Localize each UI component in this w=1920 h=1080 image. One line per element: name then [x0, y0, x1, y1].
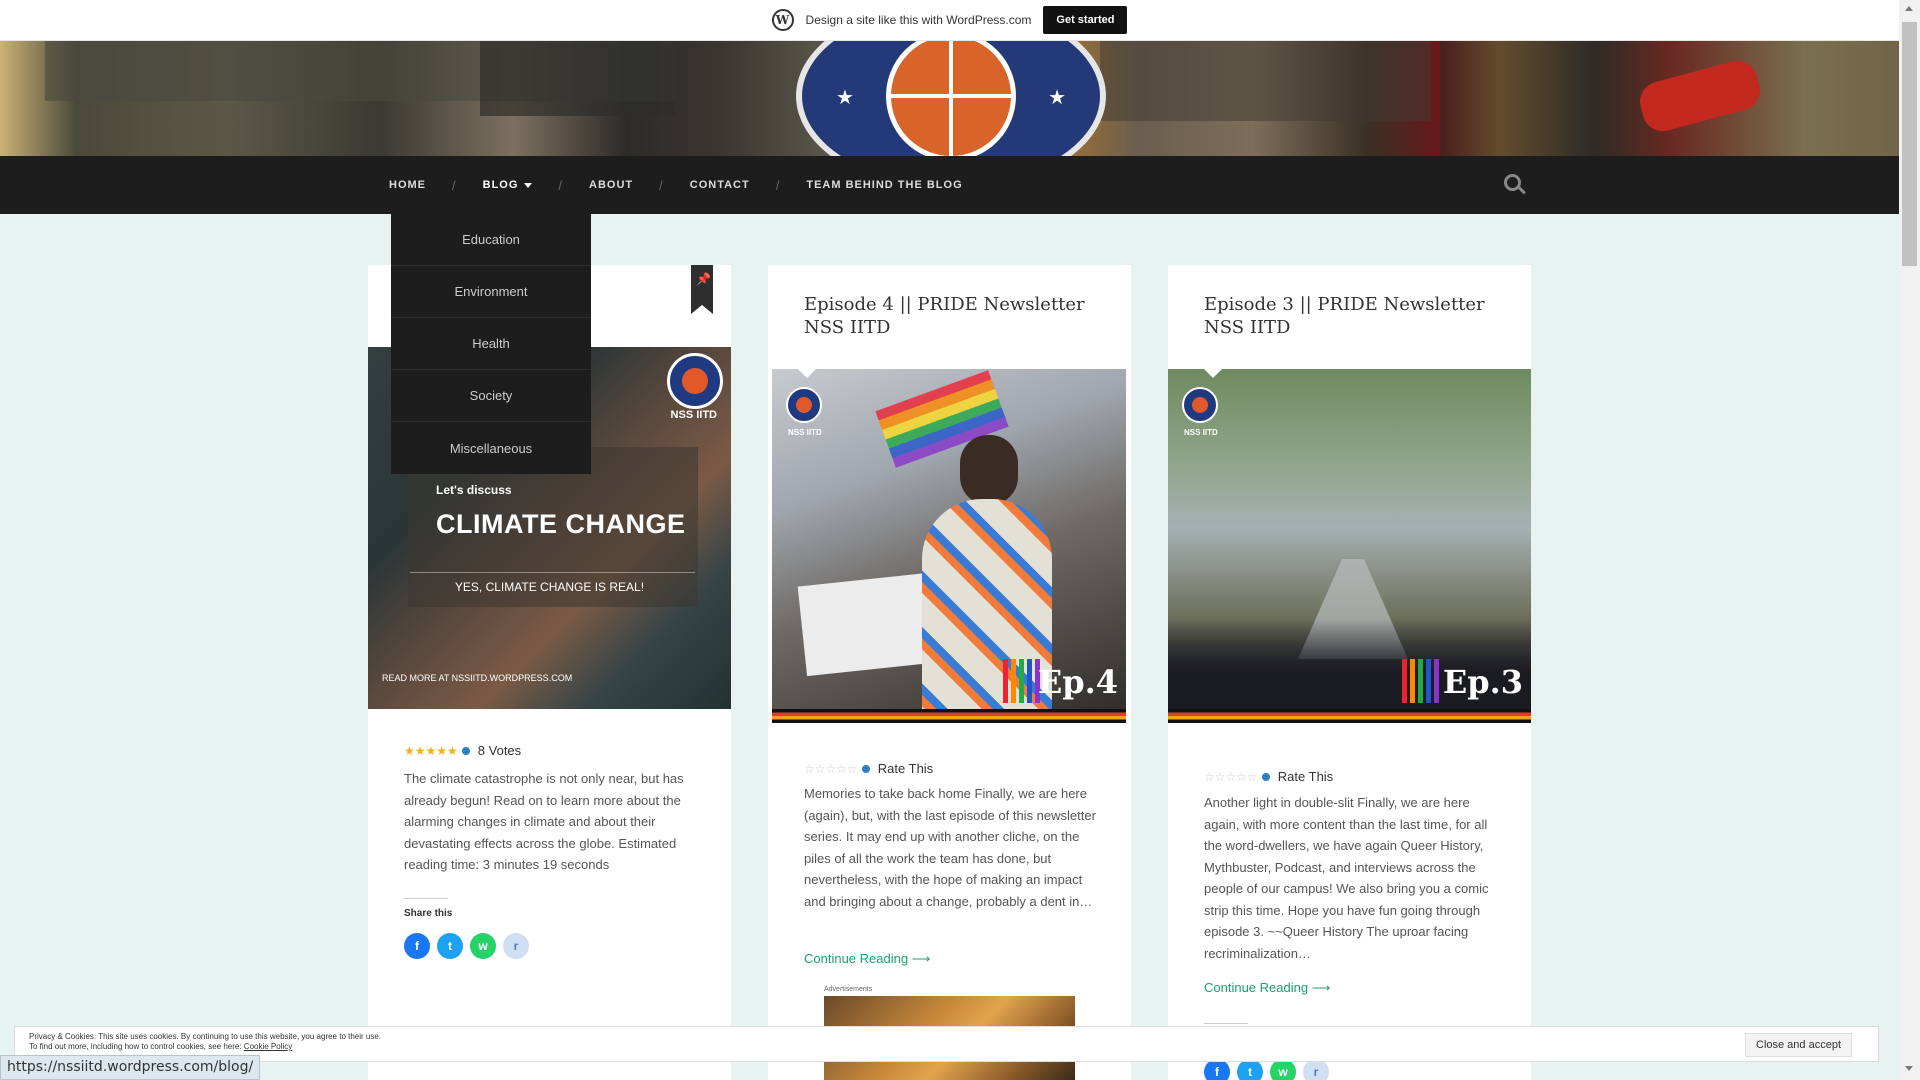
- scrollbar-thumb[interactable]: [1902, 22, 1917, 266]
- post-excerpt: Memories to take back home Finally, we a…: [804, 786, 1096, 909]
- post-card-episode-3: Episode 3 || PRIDE Newsletter NSS IITD N…: [1168, 265, 1531, 1080]
- continue-reading-link[interactable]: Continue Reading ⟶: [1204, 980, 1330, 996]
- post-featured-image[interactable]: NSS IITD Ep.3: [1168, 369, 1531, 723]
- post-featured-image[interactable]: NSS IITD Ep.4: [772, 369, 1126, 723]
- post-title[interactable]: Episode 3 || PRIDE Newsletter NSS IITD: [1204, 293, 1504, 339]
- wordpress-banner: W Design a site like this with WordPress…: [0, 0, 1899, 41]
- header-image[interactable]: ★ ★: [0, 41, 1899, 156]
- rating-stars[interactable]: ☆☆☆☆☆: [804, 762, 858, 776]
- nav-home[interactable]: HOME: [389, 179, 426, 191]
- nav-separator: /: [558, 177, 564, 193]
- nav-team[interactable]: TEAM BEHIND THE BLOG: [806, 179, 962, 191]
- nav-about[interactable]: ABOUT: [589, 179, 633, 191]
- page-scrollbar[interactable]: [1899, 0, 1920, 1080]
- twitter-icon[interactable]: t: [437, 933, 463, 959]
- image-logo-label: NSS IITD: [1184, 428, 1218, 437]
- cookie-text-line2: To find out more, including how to contr…: [29, 1042, 242, 1051]
- post-excerpt: Another light in double-slit Finally, we…: [1204, 795, 1489, 961]
- reddit-icon[interactable]: r: [503, 933, 529, 959]
- caret-down-icon: [524, 182, 533, 188]
- nav-separator: /: [659, 177, 664, 193]
- search-icon[interactable]: [1504, 174, 1526, 196]
- image-logo-label: NSS IITD: [788, 428, 822, 437]
- rating-stars[interactable]: ☆☆☆☆☆: [1204, 770, 1258, 784]
- blog-dropdown-menu: Education Environment Health Society Mis…: [391, 214, 591, 474]
- post-title[interactable]: Episode 4 || PRIDE Newsletter NSS IITD: [804, 293, 1104, 339]
- advertisements-label: Advertisements: [824, 986, 873, 993]
- image-notch: [1204, 369, 1222, 378]
- post-rating[interactable]: ★★★★★ 8 Votes: [404, 743, 521, 758]
- nav-separator: /: [452, 177, 457, 193]
- scroll-up-icon[interactable]: [1905, 6, 1913, 11]
- image-small-text: Let's discuss: [436, 483, 512, 497]
- info-icon[interactable]: [861, 764, 870, 773]
- whatsapp-icon[interactable]: w: [1270, 1059, 1296, 1080]
- get-started-button[interactable]: Get started: [1043, 6, 1128, 34]
- close-and-accept-button[interactable]: Close and accept: [1745, 1033, 1852, 1057]
- nss-logo-icon: [1182, 387, 1218, 423]
- main-navigation: HOME / BLOG / ABOUT / CONTACT / TEAM BEH…: [0, 156, 1899, 214]
- dropdown-item-miscellaneous[interactable]: Miscellaneous: [391, 422, 591, 474]
- cookie-text-line1: Privacy & Cookies: This site uses cookie…: [29, 1032, 382, 1041]
- bookmark-pin-icon: 📌: [691, 265, 713, 314]
- post-rating[interactable]: ☆☆☆☆☆ Rate This: [804, 761, 933, 776]
- status-bar-url: https://nssiitd.wordpress.com/blog/: [0, 1055, 261, 1080]
- nss-emblem-icon: ★ ★: [796, 41, 1106, 156]
- nav-separator: /: [775, 177, 781, 193]
- post-excerpt: The climate catastrophe is not only near…: [404, 771, 684, 872]
- cookie-notice: Privacy & Cookies: This site uses cookie…: [14, 1026, 1879, 1062]
- nss-logo-icon: [667, 353, 723, 409]
- cookie-policy-link[interactable]: Cookie Policy: [244, 1042, 292, 1051]
- facebook-icon[interactable]: f: [404, 933, 430, 959]
- reddit-icon[interactable]: r: [1303, 1059, 1329, 1080]
- share-title: Share this: [404, 908, 453, 919]
- whatsapp-icon[interactable]: w: [470, 933, 496, 959]
- nav-blog[interactable]: BLOG: [483, 179, 533, 191]
- dropdown-item-health[interactable]: Health: [391, 318, 591, 370]
- dropdown-item-environment[interactable]: Environment: [391, 266, 591, 318]
- rating-votes: 8 Votes: [477, 743, 522, 758]
- facebook-icon[interactable]: f: [1204, 1059, 1230, 1080]
- image-title-text: CLIMATE CHANGE: [436, 509, 686, 539]
- episode-label: Ep.4: [1037, 663, 1118, 701]
- twitter-icon[interactable]: t: [1237, 1059, 1263, 1080]
- continue-reading-link[interactable]: Continue Reading ⟶: [804, 951, 930, 967]
- image-notch: [798, 369, 816, 378]
- image-logo-label: NSS IITD: [670, 409, 717, 421]
- wordpress-logo-icon[interactable]: W: [771, 9, 794, 31]
- info-icon[interactable]: [1261, 772, 1270, 781]
- nss-logo-icon: [786, 387, 822, 423]
- dropdown-item-education[interactable]: Education: [391, 214, 591, 266]
- rating-stars[interactable]: ★★★★★: [404, 744, 458, 758]
- post-card-episode-4: Episode 4 || PRIDE Newsletter NSS IITD N…: [768, 265, 1131, 1080]
- scroll-down-icon[interactable]: [1905, 1066, 1913, 1071]
- nav-blog-label: BLOG: [482, 179, 519, 191]
- dropdown-item-society[interactable]: Society: [391, 370, 591, 422]
- info-icon[interactable]: [461, 746, 470, 755]
- episode-label: Ep.3: [1442, 663, 1523, 701]
- share-buttons: f t w r: [1204, 1059, 1329, 1080]
- rate-this-label[interactable]: Rate This: [1278, 769, 1333, 784]
- nav-contact[interactable]: CONTACT: [690, 179, 750, 191]
- rate-this-label[interactable]: Rate This: [878, 761, 933, 776]
- share-buttons: f t w r: [404, 933, 529, 959]
- wordpress-banner-text[interactable]: Design a site like this with WordPress.c…: [806, 13, 1032, 27]
- image-read-more: READ MORE AT NSSIITD.WORDPRESS.COM: [382, 673, 573, 683]
- post-rating[interactable]: ☆☆☆☆☆ Rate This: [1204, 769, 1333, 784]
- image-tagline: YES, CLIMATE CHANGE IS REAL!: [454, 580, 645, 594]
